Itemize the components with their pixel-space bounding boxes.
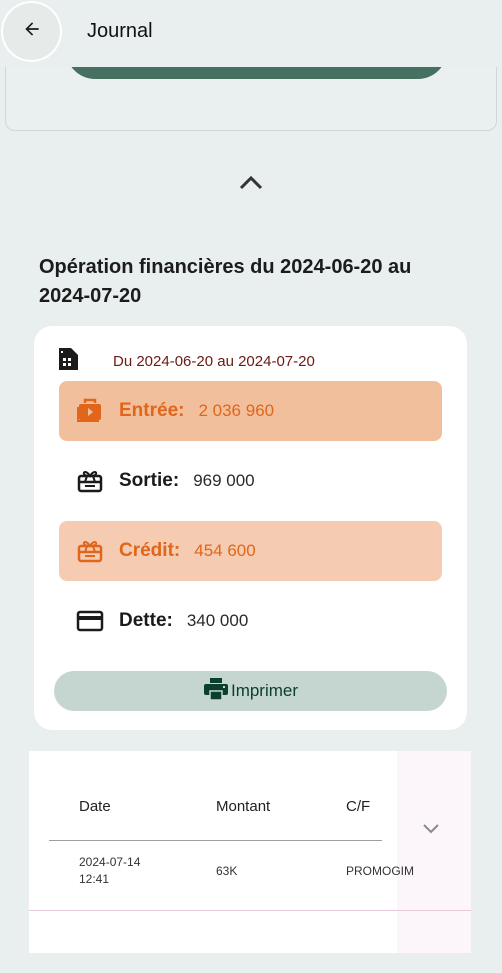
column-header-date[interactable]: Date (79, 798, 111, 815)
credit-card-icon (75, 606, 105, 636)
collapse-button[interactable] (236, 172, 266, 196)
period-row: Du 2024-06-20 au 2024-07-20 (56, 346, 315, 377)
briefcase-icon (75, 396, 105, 426)
section-title: Opération financières du 2024-06-20 au 2… (39, 256, 412, 307)
dette-row: Dette: 340 000 (59, 591, 442, 651)
gift-icon (75, 466, 105, 496)
chevron-up-icon (237, 172, 265, 197)
table-expand-column (397, 751, 471, 953)
document-icon (56, 346, 80, 377)
sortie-value: 969 000 (193, 471, 255, 490)
row-time: 12:41 (79, 872, 110, 886)
entree-label: Entrée: (119, 400, 185, 421)
dette-value: 340 000 (186, 611, 249, 630)
entree-row: Entrée: 2 036 960 (59, 381, 442, 441)
credit-row: Crédit: 454 600 (59, 521, 442, 581)
operations-table: Date Montant C/F 2024-07-14 12:41 63K PR… (29, 751, 471, 953)
credit-value: 454 600 (194, 541, 256, 560)
row-montant: 63K (216, 864, 238, 878)
sortie-row: Sortie: 969 000 (59, 451, 442, 511)
chevron-down-icon[interactable] (422, 821, 440, 839)
summary-card: Du 2024-06-20 au 2024-07-20 Entrée: 2 03… (34, 326, 467, 730)
period-text: Du 2024-06-20 au 2024-07-20 (113, 352, 315, 370)
sortie-label: Sortie: (119, 470, 180, 491)
row-cf: PROMOGIM (346, 864, 414, 878)
dette-label: Dette: (119, 610, 173, 631)
gift-icon (75, 536, 105, 566)
column-header-cf[interactable]: C/F (346, 798, 370, 815)
print-button[interactable]: Imprimer (54, 671, 447, 711)
column-header-montant[interactable]: Montant (216, 798, 270, 815)
back-button[interactable] (3, 3, 60, 60)
print-label: Imprimer (230, 681, 299, 700)
row-divider (29, 910, 471, 911)
row-date: 2024-07-14 (79, 855, 141, 869)
header-divider (49, 840, 382, 841)
entree-value: 2 036 960 (198, 401, 275, 420)
printer-icon (203, 677, 229, 706)
arrow-left-icon (22, 19, 42, 44)
app-bar: Journal (0, 0, 502, 67)
page-title: Journal (87, 20, 153, 42)
credit-label: Crédit: (119, 540, 181, 561)
